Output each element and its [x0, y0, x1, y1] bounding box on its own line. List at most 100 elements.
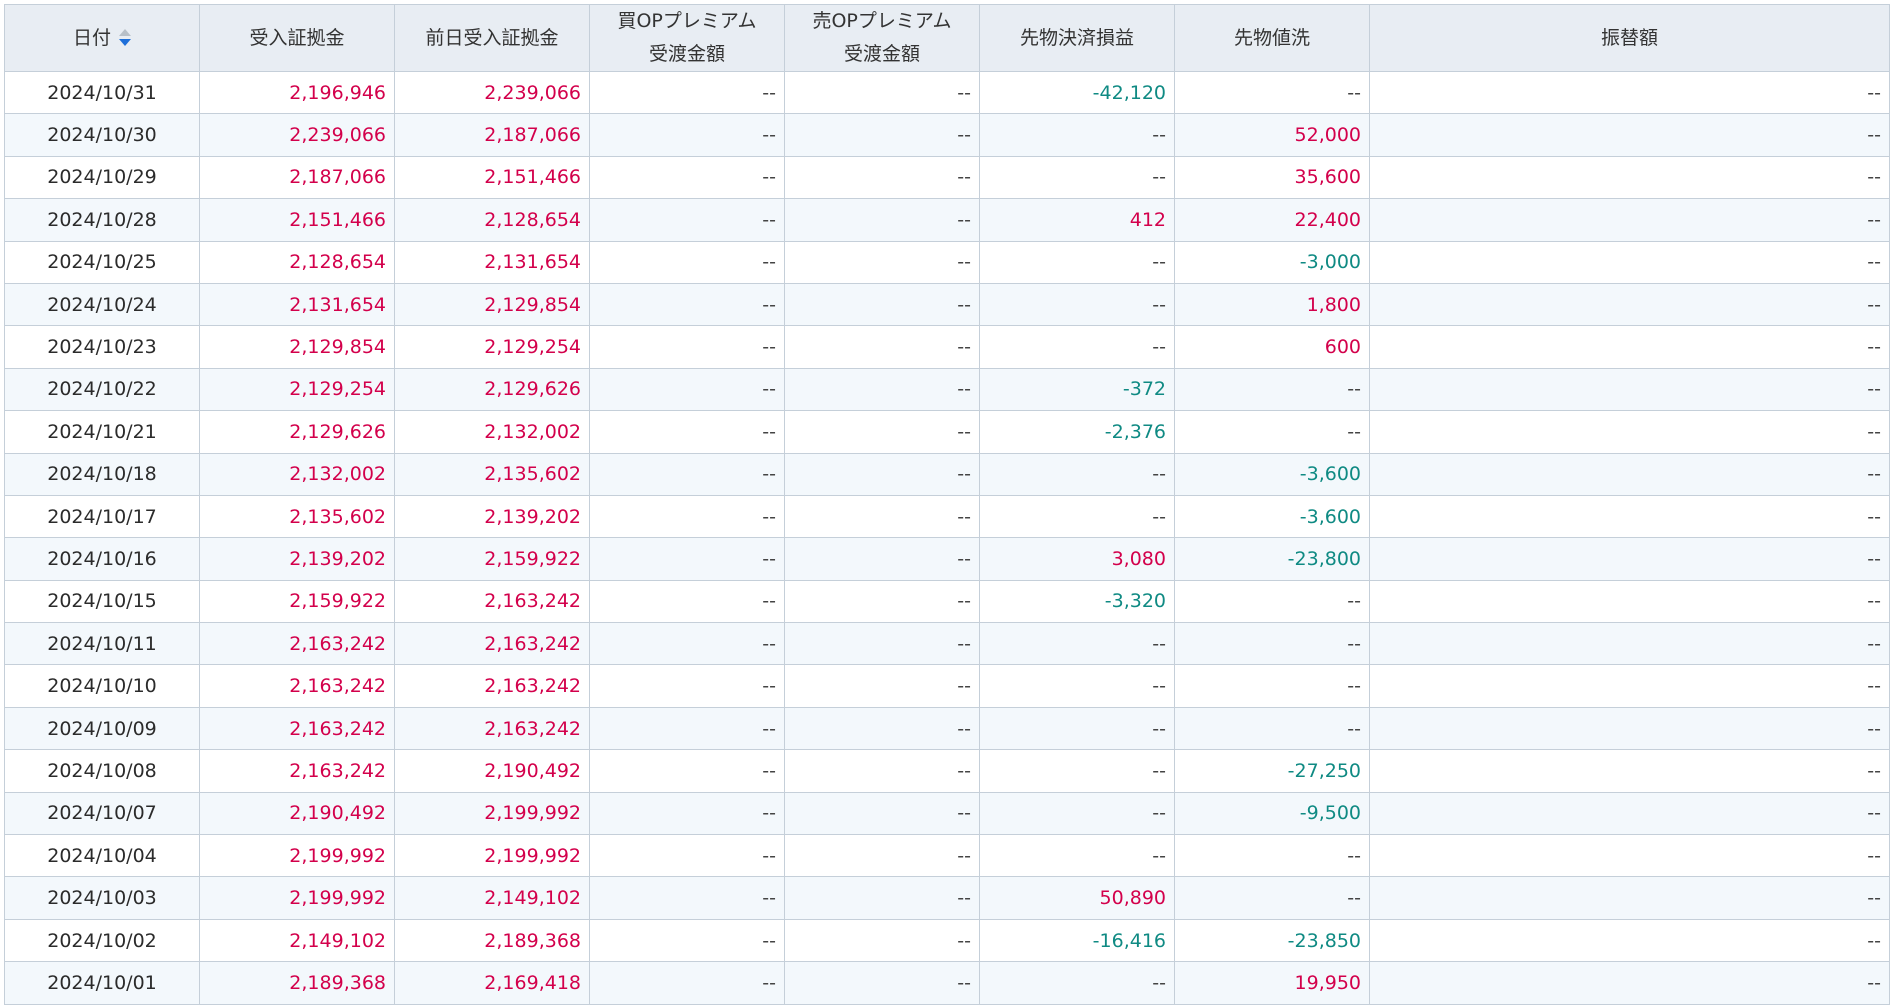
cell-transfer-amount: -- — [1369, 113, 1890, 157]
header-sell-op-premium: 売OPプレミアム 受渡金額 — [784, 4, 980, 72]
cell-buy-op-premium: -- — [589, 834, 785, 878]
cell-futures-settlement-pl: 50,890 — [979, 876, 1175, 920]
cell-transfer-amount: -- — [1369, 961, 1890, 1005]
cell-prev-margin-received: 2,163,242 — [394, 579, 590, 624]
table-row: 2024/10/28 2,151,466 2,128,654 -- -- 412 22,40… — [4, 198, 1890, 242]
cell-date: 2024/10/08 — [4, 749, 200, 793]
cell-futures-settlement-pl: -16,416 — [979, 918, 1175, 963]
cell-margin-received: 2,196,946 — [199, 70, 395, 115]
cell-futures-mark-to-market: -- — [1174, 410, 1370, 454]
header-label: 前日受入証拠金 — [425, 26, 559, 49]
cell-buy-op-premium: -- — [589, 622, 785, 666]
cell-date: 2024/10/21 — [4, 410, 200, 454]
cell-futures-settlement-pl: -- — [979, 961, 1175, 1005]
cell-prev-margin-received: 2,139,202 — [394, 494, 590, 539]
header-row: 日付 受入証拠金 前日受入証拠金 買OPプレミアム 受渡金額 売OPプレミアム … — [4, 4, 1890, 72]
cell-buy-op-premium: -- — [589, 918, 785, 963]
cell-transfer-amount: -- — [1369, 240, 1890, 284]
cell-margin-received: 2,132,002 — [199, 452, 395, 496]
cell-futures-mark-to-market: 600 — [1174, 325, 1370, 369]
cell-futures-settlement-pl: -372 — [979, 367, 1175, 412]
cell-futures-mark-to-market: 19,950 — [1174, 961, 1370, 1005]
table-header: 日付 受入証拠金 前日受入証拠金 買OPプレミアム 受渡金額 売OPプレミアム … — [4, 4, 1890, 72]
cell-futures-settlement-pl: -- — [979, 240, 1175, 284]
header-date[interactable]: 日付 — [4, 4, 200, 72]
sort-desc-icon[interactable] — [119, 28, 131, 48]
cell-date: 2024/10/16 — [4, 537, 200, 581]
cell-prev-margin-received: 2,151,466 — [394, 155, 590, 200]
cell-sell-op-premium: -- — [784, 325, 980, 369]
cell-margin-received: 2,189,368 — [199, 961, 395, 1005]
header-futures-settlement-pl: 先物決済損益 — [979, 4, 1175, 72]
cell-futures-mark-to-market: -- — [1174, 706, 1370, 751]
cell-margin-received: 2,149,102 — [199, 918, 395, 963]
cell-futures-mark-to-market: 35,600 — [1174, 155, 1370, 200]
table-row: 2024/10/15 2,159,922 2,163,242 -- -- -3,320 --… — [4, 579, 1890, 624]
cell-sell-op-premium: -- — [784, 367, 980, 412]
cell-prev-margin-received: 2,129,626 — [394, 367, 590, 412]
table-row: 2024/10/03 2,199,992 2,149,102 -- -- 50,890 --… — [4, 876, 1890, 920]
cell-futures-mark-to-market: -3,600 — [1174, 452, 1370, 496]
cell-futures-mark-to-market: 22,400 — [1174, 198, 1370, 242]
cell-date: 2024/10/24 — [4, 282, 200, 327]
cell-date: 2024/10/22 — [4, 367, 200, 412]
cell-date: 2024/10/28 — [4, 198, 200, 242]
cell-buy-op-premium: -- — [589, 367, 785, 412]
cell-sell-op-premium: -- — [784, 410, 980, 454]
cell-futures-mark-to-market: -- — [1174, 622, 1370, 666]
cell-margin-received: 2,239,066 — [199, 113, 395, 157]
margin-history-table-container: 日付 受入証拠金 前日受入証拠金 買OPプレミアム 受渡金額 売OPプレミアム … — [4, 4, 1890, 1005]
cell-transfer-amount: -- — [1369, 622, 1890, 666]
table-row: 2024/10/23 2,129,854 2,129,254 -- -- -- 600 -- — [4, 325, 1890, 369]
cell-futures-mark-to-market: -9,500 — [1174, 791, 1370, 836]
cell-margin-received: 2,163,242 — [199, 622, 395, 666]
cell-date: 2024/10/11 — [4, 622, 200, 666]
cell-margin-received: 2,128,654 — [199, 240, 395, 284]
header-label-line2: 受渡金額 — [648, 43, 725, 65]
cell-date: 2024/10/09 — [4, 706, 200, 751]
cell-sell-op-premium: -- — [784, 622, 980, 666]
table-row: 2024/10/30 2,239,066 2,187,066 -- -- -- 52,000… — [4, 113, 1890, 157]
header-label-line1: 買OPプレミアム — [617, 10, 757, 32]
header-label: 受入証拠金 — [249, 26, 345, 49]
cell-sell-op-premium: -- — [784, 791, 980, 836]
cell-sell-op-premium: -- — [784, 579, 980, 624]
cell-sell-op-premium: -- — [784, 494, 980, 539]
cell-sell-op-premium: -- — [784, 198, 980, 242]
cell-sell-op-premium: -- — [784, 282, 980, 327]
cell-date: 2024/10/01 — [4, 961, 200, 1005]
cell-sell-op-premium: -- — [784, 452, 980, 496]
cell-sell-op-premium: -- — [784, 834, 980, 878]
cell-sell-op-premium: -- — [784, 155, 980, 200]
cell-prev-margin-received: 2,189,368 — [394, 918, 590, 963]
cell-sell-op-premium: -- — [784, 918, 980, 963]
cell-transfer-amount: -- — [1369, 198, 1890, 242]
cell-date: 2024/10/17 — [4, 494, 200, 539]
cell-prev-margin-received: 2,163,242 — [394, 622, 590, 666]
header-label-line1: 売OPプレミアム — [812, 10, 952, 32]
cell-transfer-amount: -- — [1369, 876, 1890, 920]
cell-futures-mark-to-market: -- — [1174, 579, 1370, 624]
cell-prev-margin-received: 2,159,922 — [394, 537, 590, 581]
table-row: 2024/10/31 2,196,946 2,239,066 -- -- -42,120-… — [4, 70, 1890, 115]
cell-buy-op-premium: -- — [589, 579, 785, 624]
cell-futures-settlement-pl: -- — [979, 452, 1175, 496]
header-label-line2: 受渡金額 — [843, 43, 920, 65]
table-row: 2024/10/21 2,129,626 2,132,002 -- -- -2,376 --… — [4, 410, 1890, 454]
header-label: 先物決済損益 — [1019, 26, 1134, 49]
cell-sell-op-premium: -- — [784, 240, 980, 284]
cell-transfer-amount: -- — [1369, 579, 1890, 624]
cell-futures-mark-to-market: -- — [1174, 367, 1370, 412]
cell-transfer-amount: -- — [1369, 791, 1890, 836]
cell-buy-op-premium: -- — [589, 876, 785, 920]
table-row: 2024/10/18 2,132,002 2,135,602 -- -- -- -3,600… — [4, 452, 1890, 496]
cell-transfer-amount: -- — [1369, 410, 1890, 454]
cell-margin-received: 2,199,992 — [199, 876, 395, 920]
cell-futures-mark-to-market: -- — [1174, 664, 1370, 708]
cell-futures-mark-to-market: 52,000 — [1174, 113, 1370, 157]
table-row: 2024/10/17 2,135,602 2,139,202 -- -- -- -3,600… — [4, 494, 1890, 539]
cell-futures-settlement-pl: -- — [979, 749, 1175, 793]
cell-margin-received: 2,129,626 — [199, 410, 395, 454]
cell-buy-op-premium: -- — [589, 282, 785, 327]
header-buy-op-premium: 買OPプレミアム 受渡金額 — [589, 4, 785, 72]
